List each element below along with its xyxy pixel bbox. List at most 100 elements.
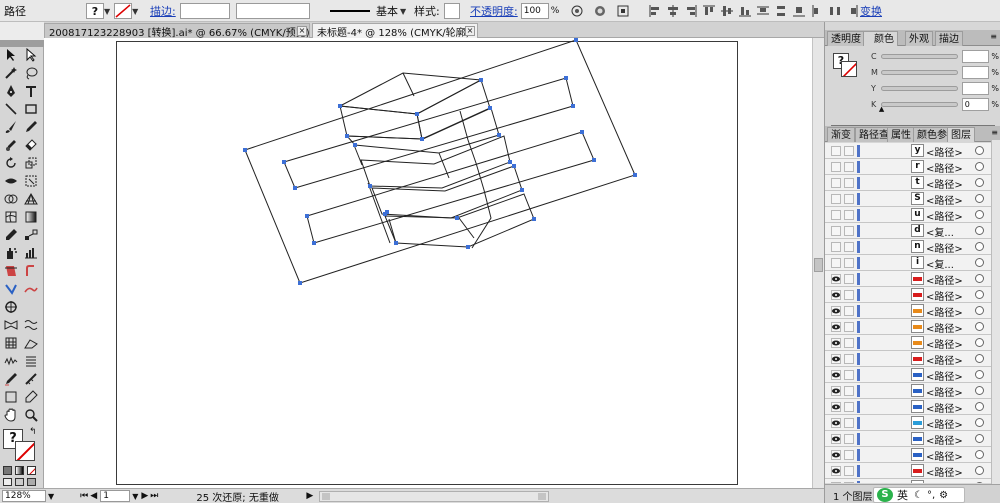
- gradient-mode-icon[interactable]: [15, 466, 24, 475]
- layer-row[interactable]: t <路径>: [825, 175, 991, 191]
- list-tool-icon[interactable]: [22, 353, 40, 369]
- column-graph-tool-icon[interactable]: [22, 245, 40, 261]
- ime-indicator[interactable]: S 英 ☾ °, ⚙: [873, 487, 965, 503]
- pencil-tool-icon[interactable]: [22, 119, 40, 135]
- layer-name[interactable]: <路径>: [926, 320, 963, 335]
- brush-label[interactable]: 基本: [376, 3, 398, 19]
- layer-row[interactable]: <路径>: [825, 303, 991, 319]
- target-icon[interactable]: [975, 162, 984, 171]
- tab-color-guide[interactable]: 颜色参: [913, 127, 951, 142]
- target-icon[interactable]: [975, 306, 984, 315]
- layer-row[interactable]: <路径>: [825, 479, 991, 483]
- layers-scrollbar[interactable]: [991, 140, 1000, 484]
- lasso-tool-icon[interactable]: [22, 65, 40, 81]
- eyedropper-tool-icon[interactable]: [2, 227, 20, 243]
- align-vcenter-icon[interactable]: [720, 4, 734, 18]
- target-icon[interactable]: [975, 450, 984, 459]
- distribute-left-icon[interactable]: [810, 4, 824, 18]
- transform-link[interactable]: 变换: [860, 3, 882, 19]
- blob-brush-tool-icon[interactable]: [2, 137, 20, 153]
- target-icon[interactable]: [975, 226, 984, 235]
- layer-row[interactable]: n <路径>: [825, 239, 991, 255]
- target-icon[interactable]: [975, 146, 984, 155]
- target-icon[interactable]: [975, 322, 984, 331]
- free-transform-tool-icon[interactable]: [22, 173, 40, 189]
- visibility-toggle[interactable]: [831, 322, 841, 332]
- layer-row[interactable]: <路径>: [825, 287, 991, 303]
- visibility-toggle[interactable]: [831, 146, 841, 156]
- none-mode-icon[interactable]: [27, 466, 36, 475]
- hand-icon[interactable]: [2, 407, 20, 423]
- magenta-slider[interactable]: [880, 69, 958, 75]
- visibility-toggle[interactable]: [831, 162, 841, 172]
- lock-toggle[interactable]: [844, 450, 854, 460]
- eraser-tool-icon[interactable]: [22, 137, 40, 153]
- align-right-icon[interactable]: [684, 4, 698, 18]
- visibility-toggle[interactable]: [831, 290, 841, 300]
- opacity-link[interactable]: 不透明度:: [470, 3, 518, 19]
- mid-band-1[interactable]: [345, 107, 500, 154]
- visibility-toggle[interactable]: [831, 258, 841, 268]
- wrinkle-tool-icon[interactable]: [2, 353, 20, 369]
- sogou-icon[interactable]: S: [877, 488, 893, 502]
- color-panel-swatch[interactable]: ?: [833, 53, 859, 79]
- layer-name[interactable]: <路径>: [926, 304, 963, 319]
- layer-name[interactable]: <路径>: [926, 336, 963, 351]
- layer-name[interactable]: <路径>: [926, 480, 963, 483]
- visibility-toggle[interactable]: [831, 194, 841, 204]
- layer-name[interactable]: <路径>: [926, 416, 963, 431]
- layer-name[interactable]: <路径>: [926, 384, 963, 399]
- tab-layers[interactable]: 图层: [947, 127, 975, 142]
- layer-name[interactable]: <复...: [926, 256, 954, 271]
- first-artboard-icon[interactable]: ⏮: [80, 491, 88, 501]
- lock-toggle[interactable]: [844, 242, 854, 252]
- lock-toggle[interactable]: [844, 258, 854, 268]
- visibility-toggle[interactable]: [831, 434, 841, 444]
- target-icon[interactable]: [975, 418, 984, 427]
- cyan-field[interactable]: [961, 49, 990, 63]
- visibility-toggle[interactable]: [831, 242, 841, 252]
- tab-transparency[interactable]: 透明度: [827, 31, 865, 46]
- globe-icon[interactable]: [593, 4, 607, 18]
- yellow-field[interactable]: [961, 81, 990, 95]
- fill-dropdown-icon[interactable]: ▼: [104, 7, 110, 16]
- black-slider-handle-icon[interactable]: ▲: [879, 105, 884, 113]
- layer-name[interactable]: <路径>: [926, 432, 963, 447]
- canvas[interactable]: [44, 38, 824, 488]
- warp-tool-icon[interactable]: [2, 317, 20, 333]
- lock-toggle[interactable]: [844, 338, 854, 348]
- stroke-swatch-large[interactable]: [15, 441, 35, 461]
- last-artboard-icon[interactable]: ⏭: [150, 491, 158, 501]
- rotate-tool-icon[interactable]: [2, 155, 20, 171]
- lock-toggle[interactable]: [844, 162, 854, 172]
- width-tool-icon[interactable]: [2, 173, 20, 189]
- scale-tool-icon[interactable]: [22, 155, 40, 171]
- style-swatch[interactable]: [443, 3, 460, 19]
- magenta-field[interactable]: [961, 65, 990, 79]
- status-menu-icon[interactable]: ▶: [306, 491, 313, 501]
- blend-tool-icon[interactable]: [22, 227, 40, 243]
- layers-menu-icon[interactable]: ≡: [991, 128, 998, 137]
- visibility-toggle[interactable]: [831, 418, 841, 428]
- perspective-grid-tool-icon[interactable]: [22, 191, 40, 207]
- distribute-bottom-icon[interactable]: [792, 4, 806, 18]
- distribute-right-icon[interactable]: [846, 4, 860, 18]
- brush-dropdown-icon[interactable]: ▼: [400, 7, 406, 16]
- layer-name[interactable]: <路径>: [926, 288, 963, 303]
- ime-moon-icon[interactable]: ☾: [914, 490, 923, 501]
- target-icon[interactable]: [975, 242, 984, 251]
- vertical-scrollbar[interactable]: [812, 38, 824, 488]
- stroke-dropdown-icon[interactable]: ▼: [132, 7, 138, 16]
- opacity-field[interactable]: 100: [520, 3, 549, 19]
- fill-swatch[interactable]: ?: [86, 3, 104, 19]
- layer-row[interactable]: i <复...: [825, 255, 991, 271]
- draw-behind-icon[interactable]: [15, 478, 24, 486]
- align-left-icon[interactable]: [648, 4, 662, 18]
- knife-tool-icon[interactable]: [2, 281, 20, 297]
- layer-name[interactable]: <路径>: [926, 272, 963, 287]
- zoom-field[interactable]: 128%: [2, 490, 46, 502]
- layer-row[interactable]: <路径>: [825, 383, 991, 399]
- panel-menu-icon[interactable]: ≡: [990, 32, 997, 41]
- align-bottom-icon[interactable]: [738, 4, 752, 18]
- layer-row[interactable]: <路径>: [825, 351, 991, 367]
